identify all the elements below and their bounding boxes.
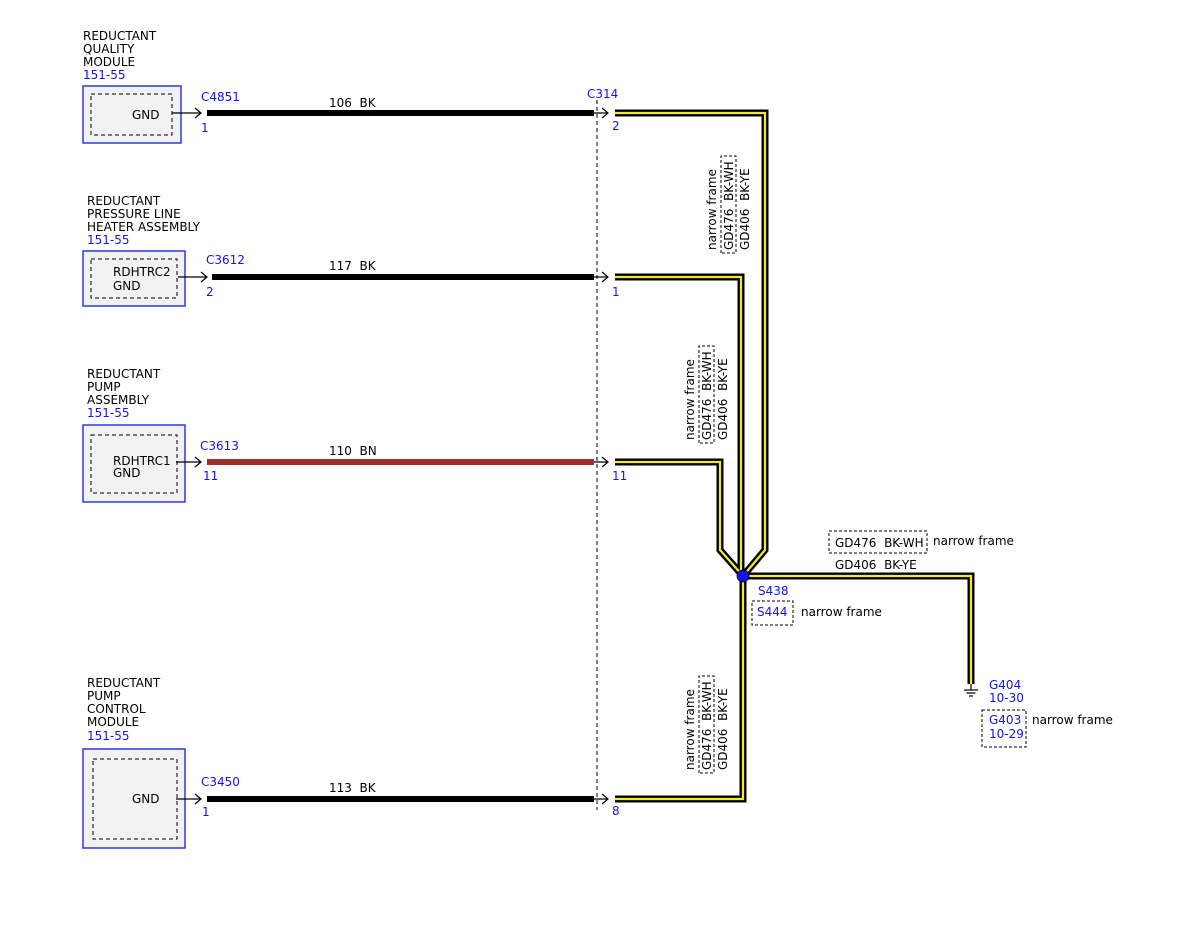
connector-pin-number: 1 bbox=[201, 121, 209, 135]
connector-label[interactable]: C3613 bbox=[200, 439, 239, 453]
module-name-line: REDUCTANT bbox=[83, 29, 157, 43]
module-name-line: REDUCTANT bbox=[87, 676, 161, 690]
module-name-line: PUMP bbox=[87, 689, 121, 703]
ground-point[interactable]: G404 10-30 G403 10-29 narrow frame bbox=[964, 678, 1113, 748]
wire-label: 113 BK bbox=[329, 781, 377, 795]
pin-arrow bbox=[594, 107, 609, 119]
module-name-line: MODULE bbox=[87, 715, 139, 729]
connector-label[interactable]: C3450 bbox=[201, 775, 240, 789]
connector-pin-number: 2 bbox=[206, 285, 214, 299]
alt-circuit-label: GD476 BK-WH bbox=[700, 351, 714, 440]
alt-ground-label[interactable]: G403 bbox=[989, 713, 1021, 727]
narrow-frame-note: narrow frame bbox=[683, 359, 697, 440]
circuit-label: GD406 BK-YE bbox=[716, 688, 730, 770]
connector-label[interactable]: C4851 bbox=[201, 90, 240, 104]
connector-pin-number: 11 bbox=[612, 469, 627, 483]
ground-ref[interactable]: 10-30 bbox=[989, 691, 1024, 705]
module-name-line: PUMP bbox=[87, 380, 121, 394]
pin-label: RDHTRC2 bbox=[113, 265, 171, 279]
module-ref-link[interactable]: 151-55 bbox=[87, 233, 130, 247]
narrow-frame-note: narrow frame bbox=[1032, 713, 1113, 727]
vertical-label-middle: narrow frame GD476 BK-WH GD406 BK-YE bbox=[683, 345, 730, 444]
module-name-line: ASSEMBLY bbox=[87, 393, 150, 407]
module-name-line: CONTROL bbox=[87, 702, 146, 716]
splice-label[interactable]: S438 bbox=[758, 584, 789, 598]
ground-wires bbox=[615, 109, 975, 803]
pin-label: GND bbox=[113, 466, 141, 480]
module-pump-control: REDUCTANT PUMP CONTROL MODULE 151-55 GND bbox=[82, 676, 186, 849]
narrow-frame-note: narrow frame bbox=[683, 689, 697, 770]
circuit-label: GD406 BK-YE bbox=[716, 358, 730, 440]
pin-arrow bbox=[594, 456, 609, 468]
module-pressure-line-heater: REDUCTANT PRESSURE LINE HEATER ASSEMBLY … bbox=[82, 194, 201, 307]
alt-ground-ref[interactable]: 10-29 bbox=[989, 727, 1024, 741]
narrow-frame-note: narrow frame bbox=[933, 534, 1014, 548]
connector-pin-number: 8 bbox=[612, 804, 620, 818]
module-ref-link[interactable]: 151-55 bbox=[83, 68, 126, 82]
wire-label: 106 BK bbox=[329, 96, 377, 110]
ground-label[interactable]: G404 bbox=[989, 678, 1021, 692]
narrow-frame-note: narrow frame bbox=[801, 605, 882, 619]
module-name-line: REDUCTANT bbox=[87, 367, 161, 381]
ground-wire-labels: GD476 BK-WH narrow frame GD406 BK-YE bbox=[828, 530, 1014, 572]
pin-label: GND bbox=[132, 108, 160, 122]
pin-label: GND bbox=[113, 279, 141, 293]
module-name-line: MODULE bbox=[83, 55, 135, 69]
alt-splice-label[interactable]: S444 bbox=[757, 605, 788, 619]
wire-label: 110 BN bbox=[329, 444, 377, 458]
module-name-line: HEATER ASSEMBLY bbox=[87, 220, 201, 234]
alt-circuit-label: GD476 BK-WH bbox=[722, 161, 736, 250]
wire-gd406-pin11[interactable] bbox=[615, 458, 746, 579]
ground-icon bbox=[964, 684, 978, 697]
module-name-line: QUALITY bbox=[83, 42, 135, 56]
pin-arrow bbox=[594, 793, 609, 805]
connector-pin-number: 2 bbox=[612, 119, 620, 133]
vertical-label-top: narrow frame GD476 BK-WH GD406 BK-YE bbox=[705, 155, 752, 254]
wire-label: 117 BK bbox=[329, 259, 377, 273]
pin-label: GND bbox=[132, 792, 160, 806]
c314-connector[interactable]: C314 2 1 11 8 bbox=[587, 87, 627, 818]
alt-circuit-label: GD476 BK-WH bbox=[835, 536, 924, 550]
vertical-label-bottom: narrow frame GD476 BK-WH GD406 BK-YE bbox=[683, 675, 730, 774]
splice-dot[interactable] bbox=[736, 569, 750, 583]
module-pump-assembly: REDUCTANT PUMP ASSEMBLY 151-55 RDHTRC1 G… bbox=[82, 367, 186, 503]
connector-label[interactable]: C3612 bbox=[206, 253, 245, 267]
narrow-frame-note: narrow frame bbox=[705, 169, 719, 250]
wiring-diagram: REDUCTANT QUALITY MODULE 151-55 GND REDU… bbox=[82, 29, 1113, 849]
connector-pin-number: 11 bbox=[203, 469, 218, 483]
module-reductant-quality: REDUCTANT QUALITY MODULE 151-55 GND bbox=[82, 29, 182, 144]
module-name-line: REDUCTANT bbox=[87, 194, 161, 208]
circuit-label: GD406 BK-YE bbox=[835, 558, 917, 572]
connector-pin-number: 1 bbox=[612, 285, 620, 299]
module-ref-link[interactable]: 151-55 bbox=[87, 406, 130, 420]
circuit-label: GD406 BK-YE bbox=[738, 168, 752, 250]
pin-arrow bbox=[594, 271, 609, 283]
alt-circuit-label: GD476 BK-WH bbox=[700, 681, 714, 770]
module-ref-link[interactable]: 151-55 bbox=[87, 729, 130, 743]
module-name-line: PRESSURE LINE bbox=[87, 207, 181, 221]
connector-label[interactable]: C314 bbox=[587, 87, 618, 101]
connector-pin-number: 1 bbox=[202, 805, 210, 819]
